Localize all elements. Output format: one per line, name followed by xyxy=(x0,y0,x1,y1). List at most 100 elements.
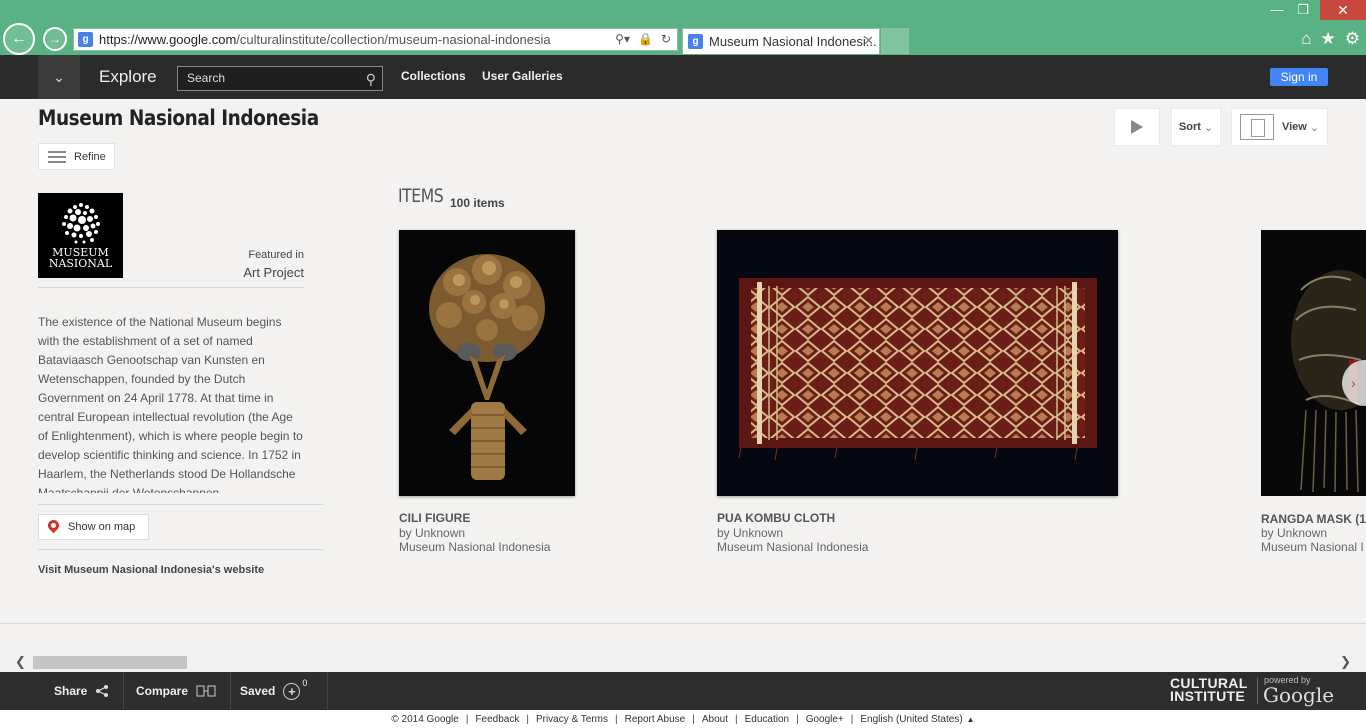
item-creator: by Unknown xyxy=(717,526,784,540)
items-count: 100 items xyxy=(450,196,505,210)
footer-toolbar: Share Compare Saved + 0 CULTURAL INSTITU… xyxy=(0,672,1366,710)
item-title[interactable]: PUA KOMBU CLOTH xyxy=(717,511,835,525)
view-label: View xyxy=(1281,121,1307,133)
feedback-link[interactable]: Feedback xyxy=(475,714,519,725)
site-header: ⌄ Explore Search ⚲ Collections User Gall… xyxy=(0,55,1366,99)
item-museum: Museum Nasional Indonesia xyxy=(717,540,869,554)
sign-in-button[interactable]: Sign in xyxy=(1270,68,1328,86)
saved-count: 0 xyxy=(302,678,308,688)
museum-logo: MUSEUM NASIONAL xyxy=(38,193,123,278)
pua-kombu-cloth-image xyxy=(717,230,1118,496)
refine-button[interactable]: Refine xyxy=(38,143,115,170)
item-thumbnail-pua-kombu-cloth[interactable] xyxy=(717,230,1118,496)
new-tab-button[interactable] xyxy=(881,28,909,54)
about-link[interactable]: About xyxy=(702,714,728,725)
view-button[interactable]: View ⌄ xyxy=(1231,108,1328,146)
star-icon[interactable]: ★ xyxy=(1321,29,1336,49)
caret-up-icon[interactable]: ▲ xyxy=(967,715,975,724)
horizontal-scrollbar[interactable]: ❮ ❯ xyxy=(0,654,1366,671)
report-abuse-link[interactable]: Report Abuse xyxy=(625,714,686,725)
browser-icons: ⌂ ★ ⚙ xyxy=(1301,29,1360,49)
google-favicon-icon: g xyxy=(78,32,93,47)
divider xyxy=(1257,678,1258,704)
back-button[interactable]: ← xyxy=(3,23,35,55)
footer-links: © 2014 Google | Feedback | Privacy & Terms… xyxy=(0,710,1366,728)
item-museum: Museum Nasional I xyxy=(1261,540,1364,554)
privacy-terms-link[interactable]: Privacy & Terms xyxy=(536,714,608,725)
visit-website-link[interactable]: Visit Museum Nasional Indonesia's websit… xyxy=(38,564,264,576)
google-plus-link[interactable]: Google+ xyxy=(806,714,844,725)
item-thumbnail-rangda-mask[interactable] xyxy=(1261,230,1366,496)
museum-logo-mark-icon xyxy=(62,203,100,244)
menu-toggle-button[interactable]: ⌄ xyxy=(38,55,80,99)
saved-button[interactable]: Saved + 0 xyxy=(226,672,329,710)
gear-icon[interactable]: ⚙ xyxy=(1345,29,1360,49)
show-on-map-button[interactable]: Show on map xyxy=(38,514,149,540)
show-on-map-label: Show on map xyxy=(68,521,136,533)
saved-label: Saved xyxy=(240,684,276,698)
search-icon[interactable]: ⚲ xyxy=(366,68,376,91)
arrow-right-icon: → xyxy=(49,32,61,46)
share-label: Share xyxy=(54,684,88,698)
window-close-button[interactable]: ✕ xyxy=(1320,0,1366,20)
arrow-left-icon: ← xyxy=(11,30,27,47)
chevron-down-icon: ⌄ xyxy=(1203,121,1214,134)
education-link[interactable]: Education xyxy=(745,714,789,725)
logo-text-line2: NASIONAL xyxy=(48,257,113,270)
cultural-institute-logo[interactable]: CULTURAL INSTITUTE xyxy=(1170,676,1248,703)
add-icon: + xyxy=(283,682,301,700)
address-bar[interactable]: g https://www.google.com/culturalinstitu… xyxy=(73,28,678,51)
item-thumbnail-cili-figure[interactable] xyxy=(399,230,575,496)
tab-title: Museum Nasional Indonesi... xyxy=(709,34,877,49)
item-creator: by Unknown xyxy=(1261,526,1328,540)
featured-in-link[interactable]: Art Project xyxy=(200,265,304,280)
refine-label: Refine xyxy=(74,150,106,163)
items-heading: ITEMS xyxy=(398,185,444,207)
share-icon xyxy=(96,685,109,697)
play-button[interactable] xyxy=(1114,108,1160,146)
restore-icon[interactable]: ❐ xyxy=(1288,2,1318,18)
search-dropdown-icon[interactable]: ⚲▾ xyxy=(615,32,630,46)
scroll-left-icon[interactable]: ❮ xyxy=(15,654,26,670)
copyright-text: © 2014 Google xyxy=(391,713,459,725)
address-tools: ⚲▾ 🔒 ↻ xyxy=(615,32,671,46)
explore-label[interactable]: Explore xyxy=(99,67,157,87)
refresh-icon[interactable]: ↻ xyxy=(661,32,671,46)
close-tab-icon[interactable]: ✕ xyxy=(863,33,874,49)
divider xyxy=(38,504,323,505)
sort-button[interactable]: Sort ⌄ xyxy=(1171,108,1221,146)
chevron-right-icon: › xyxy=(1351,375,1356,391)
item-title[interactable]: CILI FIGURE xyxy=(399,511,470,525)
forward-button[interactable]: → xyxy=(43,27,67,51)
search-placeholder: Search xyxy=(187,71,226,85)
divider xyxy=(38,287,304,288)
share-button[interactable]: Share xyxy=(40,672,125,710)
tab-active[interactable]: g Museum Nasional Indonesi... ✕ xyxy=(682,28,880,54)
play-icon xyxy=(1131,120,1143,134)
divider xyxy=(38,549,323,550)
chevron-down-icon: ⌄ xyxy=(53,68,65,85)
lock-icon[interactable]: 🔒 xyxy=(638,32,653,46)
scrollbar-thumb[interactable] xyxy=(33,656,187,669)
compare-icon xyxy=(196,685,216,697)
compare-label: Compare xyxy=(136,684,189,698)
divider xyxy=(0,623,1366,624)
nav-collections[interactable]: Collections xyxy=(401,69,466,83)
view-layout-icon xyxy=(1239,114,1274,140)
collection-description: The existence of the National Museum beg… xyxy=(38,315,303,493)
item-title[interactable]: RANGDA MASK (1 xyxy=(1261,512,1366,526)
search-input[interactable]: Search ⚲ xyxy=(177,66,383,91)
browser-toolbar: ← → g https://www.google.com/culturalins… xyxy=(0,0,1366,55)
google-favicon-icon: g xyxy=(688,34,703,49)
nav-user-galleries[interactable]: User Galleries xyxy=(482,69,563,83)
home-icon[interactable]: ⌂ xyxy=(1301,29,1311,49)
url-domain: https://www.google.com xyxy=(99,32,237,47)
map-pin-icon xyxy=(45,517,62,533)
scroll-right-icon[interactable]: ❯ xyxy=(1340,654,1351,670)
language-selector[interactable]: English (United States) xyxy=(860,714,962,725)
item-creator: by Unknown xyxy=(399,526,466,540)
compare-button[interactable]: Compare xyxy=(122,672,232,710)
rangda-mask-image xyxy=(1261,230,1366,496)
item-museum: Museum Nasional Indonesia xyxy=(399,540,551,554)
page-title: Museum Nasional Indonesia xyxy=(38,106,319,130)
